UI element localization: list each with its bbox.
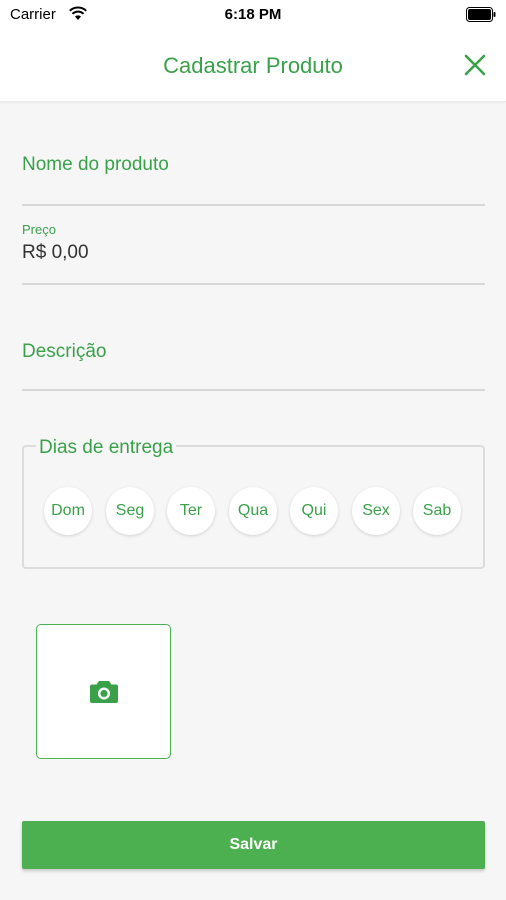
day-button-qui[interactable]: Qui [290, 487, 338, 535]
price-value: R$ 0,00 [22, 242, 89, 263]
price-field[interactable]: Preço R$ 0,00 [22, 222, 485, 285]
price-label: Preço [22, 222, 56, 237]
description-field[interactable]: Descrição [22, 320, 485, 391]
description-placeholder: Descrição [22, 341, 107, 362]
battery-icon [466, 7, 496, 22]
app-header: Cadastrar Produto [0, 30, 506, 102]
camera-icon [89, 680, 118, 703]
page-title: Cadastrar Produto [163, 53, 343, 78]
day-button-seg[interactable]: Seg [106, 487, 154, 535]
day-button-sex[interactable]: Sex [352, 487, 400, 535]
delivery-days-legend: Dias de entrega [36, 437, 177, 459]
day-button-ter[interactable]: Ter [167, 487, 215, 535]
delivery-days-list: Dom Seg Ter Qua Qui Sex Sab [44, 487, 464, 537]
status-bar: Carrier 6:18 PM [0, 0, 506, 30]
clock: 6:18 PM [224, 6, 282, 23]
delivery-days-group: Dias de entrega Dom Seg Ter Qua Qui Sex … [22, 437, 485, 569]
save-button[interactable]: Salvar [22, 821, 485, 869]
add-photo-button[interactable] [36, 624, 171, 759]
day-button-sab[interactable]: Sab [413, 487, 461, 535]
product-name-placeholder: Nome do produto [22, 154, 169, 175]
product-name-field[interactable]: Nome do produto [22, 140, 485, 206]
day-button-dom[interactable]: Dom [44, 487, 92, 535]
day-button-qua[interactable]: Qua [229, 487, 277, 535]
close-icon[interactable] [462, 52, 488, 78]
